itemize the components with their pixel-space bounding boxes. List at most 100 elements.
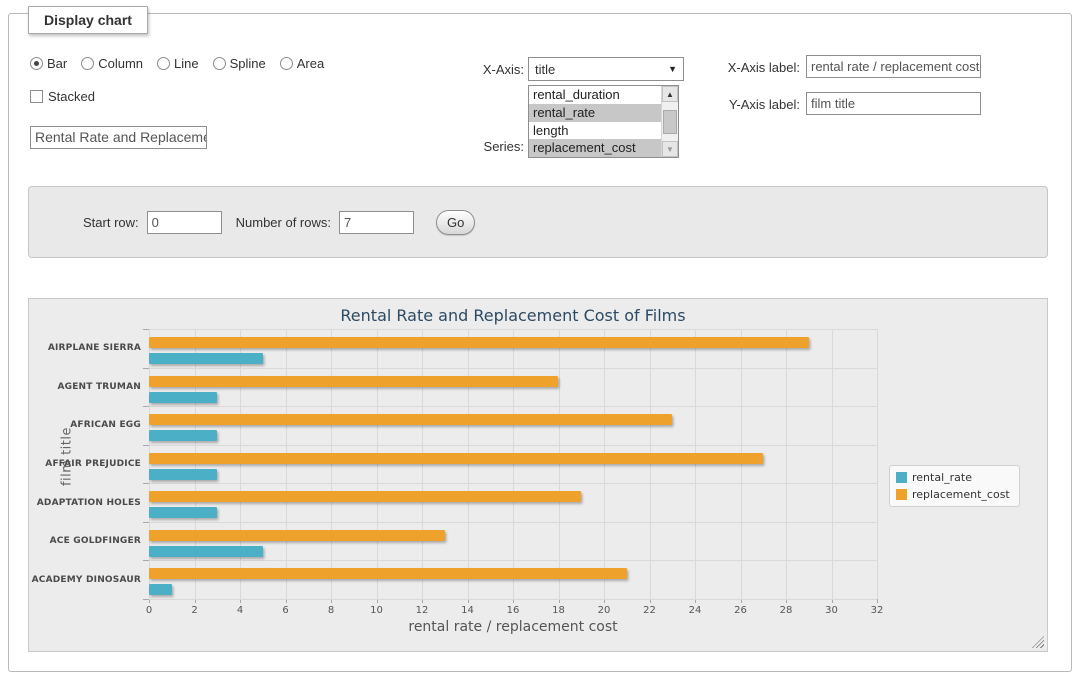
gridline (149, 483, 877, 484)
legend-item-rental_rate[interactable]: rental_rate (896, 471, 1010, 484)
bar-rental-rate[interactable] (149, 584, 172, 595)
gridline (149, 329, 877, 330)
x-axis-title: rental rate / replacement cost (149, 619, 877, 635)
gridline (877, 329, 878, 599)
bar-rental-rate[interactable] (149, 392, 217, 403)
stacked-label[interactable]: Stacked (48, 89, 95, 104)
bar-replacement-cost[interactable] (149, 337, 809, 348)
x-tick-label: 12 (402, 605, 442, 616)
chart-type-radio-column[interactable]: Column (81, 56, 143, 71)
x-tick-label: 30 (812, 605, 852, 616)
radio-icon (157, 57, 170, 70)
chart-type-radio-bar[interactable]: Bar (30, 56, 67, 71)
go-button[interactable]: Go (436, 210, 475, 235)
series-options: rental_durationrental_ratelengthreplacem… (529, 86, 661, 157)
series-option-rental_rate[interactable]: rental_rate (529, 104, 661, 122)
stacked-checkbox[interactable] (30, 90, 43, 103)
chart-type-radio-group: Bar Column Line Spline Area (30, 56, 332, 71)
bar-rental-rate[interactable] (149, 469, 217, 480)
gridline (286, 329, 287, 599)
x-tick-label: 24 (675, 605, 715, 616)
row-range-panel: Start row: 0 Number of rows: 7 Go (28, 186, 1048, 258)
gridline (331, 329, 332, 599)
x-tick-label: 14 (448, 605, 488, 616)
category-label: AGENT TRUMAN (29, 368, 141, 407)
chart-type-radio-spline[interactable]: Spline (213, 56, 266, 71)
scroll-down-icon[interactable]: ▼ (662, 141, 678, 157)
radio-label: Column (98, 56, 143, 71)
num-rows-input[interactable]: 7 (339, 211, 414, 234)
x-axis-select-label: X-Axis: (440, 62, 524, 77)
bar-rental-rate[interactable] (149, 546, 263, 557)
y-axis-tick (143, 599, 149, 600)
radio-icon (30, 57, 43, 70)
chart-type-radio-area[interactable]: Area (280, 56, 324, 71)
x-tick-label: 10 (357, 605, 397, 616)
legend-swatch-icon (896, 472, 907, 483)
series-scrollbar[interactable]: ▲ ▼ (661, 86, 678, 157)
chart-title: Rental Rate and Replacement Cost of Film… (149, 306, 877, 325)
y-axis-tick (143, 483, 149, 484)
radio-label: Area (297, 56, 324, 71)
bar-replacement-cost[interactable] (149, 568, 627, 579)
bar-rental-rate[interactable] (149, 507, 217, 518)
scrollbar-track[interactable] (662, 102, 678, 141)
category-label: ACADEMY DINOSAUR (29, 560, 141, 599)
x-tick-label: 18 (539, 605, 579, 616)
gridline (786, 329, 787, 599)
x-axis-tick (877, 599, 878, 603)
scroll-up-icon[interactable]: ▲ (662, 86, 678, 102)
x-tick-label: 6 (266, 605, 306, 616)
y-axis-label-input[interactable]: film title (806, 92, 981, 115)
series-multiselect[interactable]: rental_durationrental_ratelengthreplacem… (528, 85, 679, 158)
bar-replacement-cost[interactable] (149, 376, 558, 387)
y-axis-tick (143, 445, 149, 446)
resize-grip-icon[interactable] (1032, 636, 1044, 648)
legend-item-replacement_cost[interactable]: replacement_cost (896, 488, 1010, 501)
gridline (422, 329, 423, 599)
category-label: AFRICAN EGG (29, 406, 141, 445)
scrollbar-thumb[interactable] (663, 110, 677, 134)
x-tick-label: 20 (584, 605, 624, 616)
start-row-input[interactable]: 0 (147, 211, 222, 234)
chart-type-radio-line[interactable]: Line (157, 56, 199, 71)
y-axis-tick (143, 406, 149, 407)
gridline (149, 406, 877, 407)
gridline (559, 329, 560, 599)
radio-icon (213, 57, 226, 70)
bar-replacement-cost[interactable] (149, 530, 445, 541)
bar-rental-rate[interactable] (149, 430, 217, 441)
chart-container: Rental Rate and Replacement Cost of Film… (28, 298, 1048, 652)
x-tick-label: 26 (721, 605, 761, 616)
legend-swatch-icon (896, 489, 907, 500)
bar-rental-rate[interactable] (149, 353, 263, 364)
gridline (149, 329, 150, 599)
chart-plot-area: 02468101214161820222426283032 (149, 329, 877, 599)
series-option-rental_duration[interactable]: rental_duration (529, 86, 661, 104)
bar-replacement-cost[interactable] (149, 453, 763, 464)
x-axis-label-caption: X-Axis label: (722, 60, 800, 75)
gridline (149, 522, 877, 523)
bar-replacement-cost[interactable] (149, 414, 672, 425)
x-axis-label-input[interactable]: rental rate / replacement cost (806, 55, 981, 78)
x-axis-select[interactable]: title ▼ (528, 57, 684, 81)
series-option-replacement_cost[interactable]: replacement_cost (529, 139, 661, 157)
legend-label: replacement_cost (912, 488, 1010, 501)
series-select-label: Series: (440, 139, 524, 154)
series-option-length[interactable]: length (529, 122, 661, 140)
x-axis-selected-value: title (535, 62, 555, 77)
radio-label: Bar (47, 56, 67, 71)
chart-title-input[interactable]: Rental Rate and Replacement Cost of Film… (30, 126, 207, 149)
category-label: ACE GOLDFINGER (29, 522, 141, 561)
gridline (149, 560, 877, 561)
gridline (149, 445, 877, 446)
start-row-label: Start row: (83, 215, 139, 230)
gridline (650, 329, 651, 599)
gridline (604, 329, 605, 599)
gridline (240, 329, 241, 599)
bar-replacement-cost[interactable] (149, 491, 581, 502)
chevron-down-icon: ▼ (668, 64, 677, 74)
gridline (377, 329, 378, 599)
y-axis-tick (143, 329, 149, 330)
chart-legend: rental_rate replacement_cost (889, 465, 1020, 507)
